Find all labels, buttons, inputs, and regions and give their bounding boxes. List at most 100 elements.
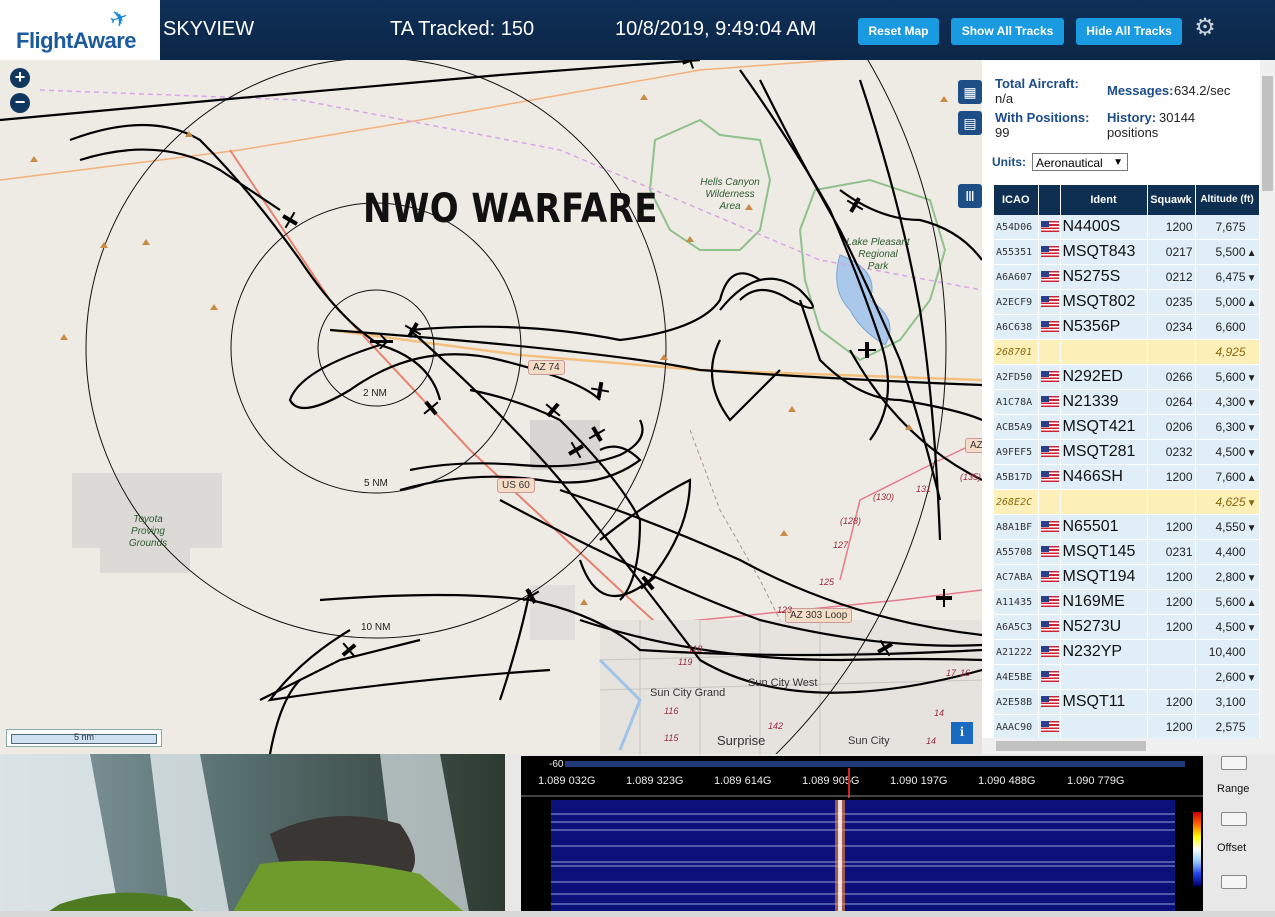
- altitude-cell: 5,500▲: [1195, 239, 1260, 265]
- table-row[interactable]: A11435 N169ME 1200 5,600▲: [994, 589, 1260, 615]
- table-row[interactable]: A21222 N232YP 10,400: [994, 639, 1260, 665]
- flag-cell: [1038, 489, 1061, 515]
- table-row[interactable]: A55351 MSQT843 0217 5,500▲: [994, 239, 1260, 265]
- range-label-5nm: 5 NM: [364, 478, 388, 489]
- flightaware-logo[interactable]: ✈ FlightAware: [0, 0, 160, 60]
- icao-cell: A55708: [994, 539, 1039, 565]
- altitude-value: 4,300: [1215, 395, 1246, 409]
- altitude-trend-icon: ▼: [1246, 623, 1257, 634]
- squawk-cell: [1147, 489, 1196, 515]
- altitude-value: 4,400: [1215, 545, 1246, 559]
- road-shield-az: AZ: [965, 438, 982, 453]
- squawk-cell: 0212: [1147, 264, 1196, 290]
- road-shield-az74: AZ 74: [528, 360, 565, 375]
- history-label: History:: [1107, 110, 1157, 125]
- table-row[interactable]: A1C78A N21339 0264 4,300▼: [994, 389, 1260, 415]
- table-row[interactable]: A54D06 N4400S 1200 7,675: [994, 215, 1260, 240]
- table-row[interactable]: 268E2C 4,625▼: [994, 489, 1260, 515]
- road-number: 142: [768, 721, 784, 731]
- table-row[interactable]: A2ECF9 MSQT802 0235 5,000▲: [994, 289, 1260, 315]
- place-sun-city: Sun City: [848, 735, 890, 747]
- zoom-in-button[interactable]: +: [10, 68, 30, 88]
- reset-map-button[interactable]: Reset Map: [858, 18, 939, 45]
- ident-cell: MSQT421: [1060, 414, 1148, 440]
- icao-cell: ACB5A9: [994, 414, 1039, 440]
- scroll-thumb[interactable]: [996, 741, 1146, 751]
- icao-cell: A11435: [994, 589, 1039, 615]
- tracked-count: TA Tracked: 150: [390, 18, 535, 40]
- zoom-out-button[interactable]: −: [10, 93, 30, 113]
- table-row[interactable]: 268701 4,925: [994, 339, 1260, 365]
- table-row[interactable]: AAAC90 1200 2,575: [994, 714, 1260, 740]
- flag-cell: [1038, 239, 1061, 265]
- units-select[interactable]: Aeronautical ▼: [1032, 153, 1128, 171]
- messages-label: Messages:: [1107, 83, 1174, 98]
- altitude-trend-icon: ▼: [1246, 448, 1257, 459]
- chevron-down-icon: ▼: [1113, 157, 1123, 168]
- table-row[interactable]: A4E5BE 2,600▼: [994, 664, 1260, 690]
- col-squawk[interactable]: Squawk: [1147, 185, 1196, 215]
- ident-cell: MSQT802: [1060, 289, 1148, 315]
- col-flag[interactable]: [1038, 185, 1061, 215]
- track: [498, 589, 532, 701]
- table-row[interactable]: A6C638 N5356P 0234 6,600: [994, 314, 1260, 340]
- total-aircraft-value: n/a: [995, 91, 1014, 106]
- map-view[interactable]: + − ▦ ▤ Ⅲ NWO WARFARE 2 NM 5 NM 10 NM AZ…: [0, 60, 982, 754]
- offset-slider[interactable]: [1221, 875, 1247, 889]
- flag-cell: [1038, 314, 1061, 340]
- table-row[interactable]: A6A607 N5275S 0212 6,475▼: [994, 264, 1260, 290]
- road-number: 125: [819, 577, 835, 587]
- altitude-value: 3,100: [1215, 695, 1246, 709]
- table-row[interactable]: A8A1BF N65501 1200 4,550▼: [994, 514, 1260, 540]
- gear-icon[interactable]: ⚙: [1193, 14, 1217, 42]
- us-flag-icon: [1040, 371, 1059, 383]
- watermark-text: NWO WARFARE: [363, 186, 658, 232]
- squawk-cell: 0264: [1147, 389, 1196, 415]
- icao-cell: A21222: [994, 639, 1039, 665]
- range-slider[interactable]: [1221, 812, 1247, 826]
- us-flag-icon: [1040, 521, 1059, 533]
- squawk-cell: 1200: [1147, 215, 1196, 240]
- road-number: (135): [960, 472, 982, 482]
- road-number: 14: [934, 708, 945, 718]
- us-flag-icon: [1040, 246, 1059, 258]
- map-layer[interactable]: [0, 60, 982, 754]
- ident-cell: N292ED: [1060, 364, 1148, 390]
- panel-vertical-scrollbar[interactable]: [1260, 60, 1275, 738]
- table-row[interactable]: A6A5C3 N5273U 1200 4,500▼: [994, 614, 1260, 640]
- table-row[interactable]: AC7ABA MSQT194 1200 2,800▼: [994, 564, 1260, 590]
- altitude-cell: 6,600: [1195, 314, 1260, 340]
- waterfall-photo: [0, 754, 505, 917]
- ident-cell: N5275S: [1060, 264, 1148, 290]
- road-shield-az303: AZ 303 Loop: [785, 608, 853, 623]
- flag-cell: [1038, 215, 1061, 240]
- table-row[interactable]: A2E58B MSQT11 1200 3,100: [994, 689, 1260, 715]
- map-layers-icon[interactable]: ▦: [958, 80, 982, 104]
- altitude-trend-icon: ▼: [1246, 523, 1257, 534]
- col-ident[interactable]: Ident: [1060, 185, 1148, 215]
- scroll-thumb[interactable]: [1262, 76, 1273, 191]
- icao-cell: A2FD50: [994, 364, 1039, 390]
- altitude-cell: 3,100: [1195, 689, 1260, 715]
- grid-icon[interactable]: ▤: [958, 111, 982, 135]
- track: [288, 343, 601, 410]
- us-flag-icon: [1040, 396, 1059, 408]
- panel-horizontal-scrollbar[interactable]: [982, 738, 1275, 754]
- show-all-tracks-button[interactable]: Show All Tracks: [951, 18, 1064, 45]
- table-row[interactable]: ACB5A9 MSQT421 0206 6,300▼: [994, 414, 1260, 440]
- altitude-value: 2,600: [1215, 670, 1246, 684]
- table-row[interactable]: A55708 MSQT145 0231 4,400: [994, 539, 1260, 565]
- altitude-cell: 5,000▲: [1195, 289, 1260, 315]
- table-row[interactable]: A5B17D N466SH 1200 7,600▲: [994, 464, 1260, 490]
- col-altitude[interactable]: Altitude (ft): [1195, 185, 1260, 215]
- track: [578, 478, 692, 597]
- gain-slider[interactable]: [1221, 756, 1247, 770]
- col-icao[interactable]: ICAO: [994, 185, 1039, 215]
- table-row[interactable]: A2FD50 N292ED 0266 5,600▼: [994, 364, 1260, 390]
- flag-cell: [1038, 289, 1061, 315]
- table-row[interactable]: A9FEF5 MSQT281 0232 4,500▼: [994, 439, 1260, 465]
- ident-cell: [1060, 489, 1148, 515]
- columns-icon[interactable]: Ⅲ: [958, 184, 982, 208]
- hide-all-tracks-button[interactable]: Hide All Tracks: [1076, 18, 1182, 45]
- info-icon[interactable]: i: [951, 722, 973, 744]
